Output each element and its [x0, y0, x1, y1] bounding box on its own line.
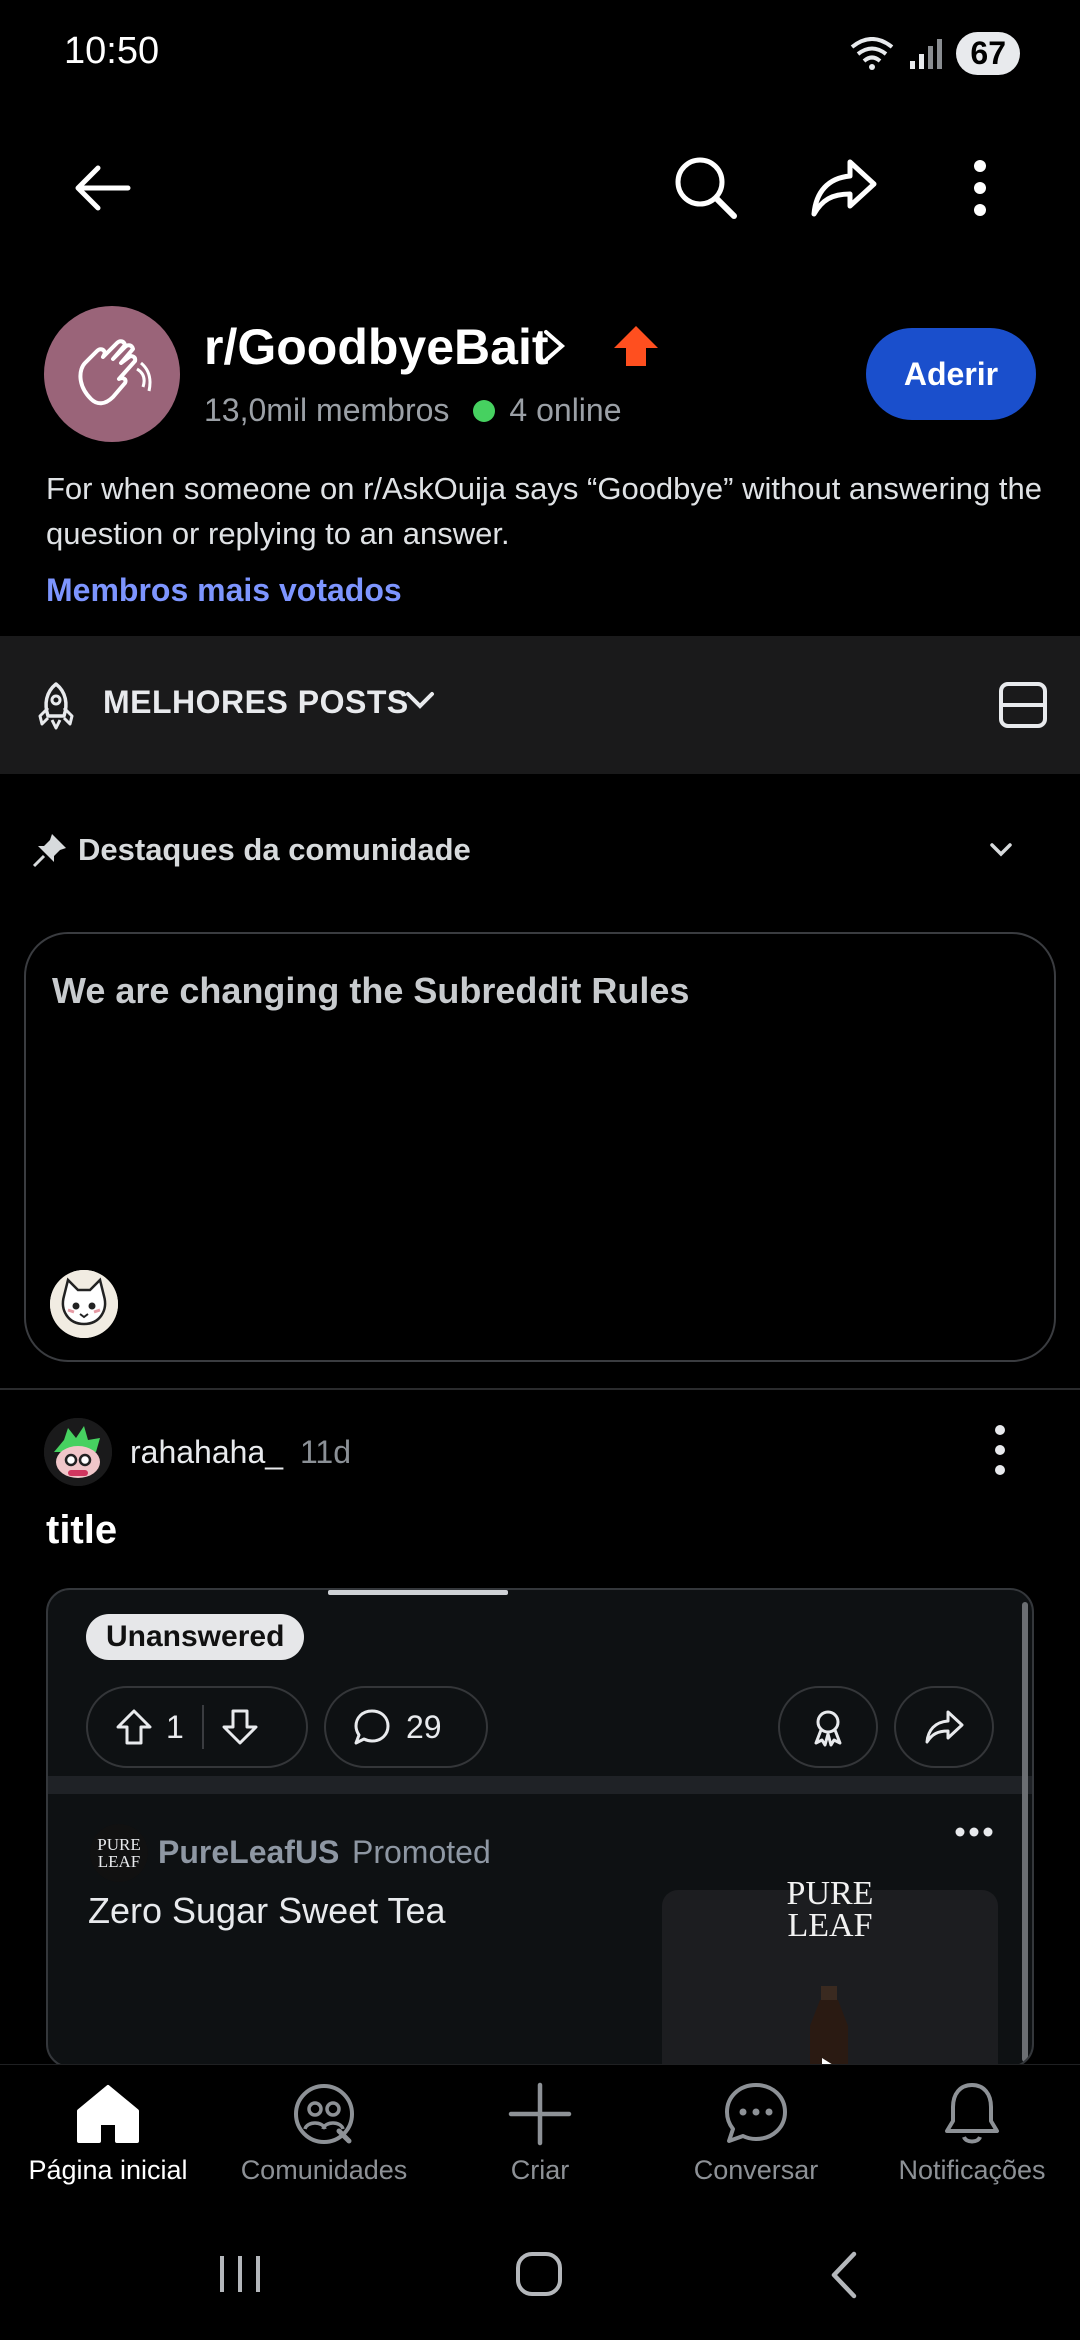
vote-count: 1: [166, 1708, 184, 1745]
promo-logo: PURE LEAF: [90, 1824, 148, 1882]
share-pill: [894, 1686, 994, 1768]
share-icon: [811, 159, 877, 217]
comment-pill: 29: [324, 1686, 488, 1768]
home-icon: [77, 2085, 139, 2143]
more-vertical-icon[interactable]: [990, 1424, 1010, 1476]
status-icons: 67: [850, 32, 1020, 75]
plus-icon: [508, 2082, 572, 2146]
signal-icon: [910, 38, 943, 69]
pin-icon: [32, 834, 66, 868]
rocket-icon[interactable]: [34, 680, 78, 730]
communities-icon: [294, 2084, 354, 2144]
promo-media-logo-line1: PURE: [786, 1875, 874, 1912]
promo-media: PURE LEAF: [662, 1877, 998, 2066]
highlight-author-avatar: [50, 1270, 118, 1338]
top-members-link[interactable]: Membros mais votados: [46, 572, 402, 609]
highlights-title: Destaques da comunidade: [78, 832, 471, 867]
arrow-left-icon: [75, 165, 131, 211]
snoo-avatar-icon: [44, 1418, 112, 1486]
nav-chat[interactable]: Conversar: [648, 2079, 864, 2186]
status-bar: 10:50 67: [0, 0, 1080, 110]
waving-hand-icon: [78, 339, 152, 406]
chevron-down-icon[interactable]: [404, 688, 436, 712]
online-dot-icon: [473, 399, 496, 422]
downvote-icon: [222, 1709, 258, 1745]
upvote-badge-icon: [614, 326, 658, 366]
nav-communities[interactable]: Comunidades: [216, 2079, 432, 2186]
community-name[interactable]: r/GoodbyeBait: [204, 318, 548, 376]
recent-apps-icon[interactable]: [216, 2252, 264, 2296]
flair-chip: Unanswered: [86, 1614, 305, 1660]
promo-tag: Promoted: [352, 1834, 491, 1870]
award-pill: [778, 1686, 878, 1768]
cat-avatar-icon: [50, 1270, 118, 1338]
more-options-button[interactable]: [932, 140, 1028, 236]
image-band: [48, 1776, 1032, 1794]
chat-icon: [725, 2083, 787, 2143]
comment-count: 29: [406, 1708, 442, 1745]
home-system-icon[interactable]: [514, 2250, 564, 2298]
top-toolbar: [0, 110, 1080, 280]
join-button[interactable]: Aderir: [866, 328, 1036, 420]
search-button[interactable]: [658, 140, 754, 236]
post-image[interactable]: Unanswered 1 29 PURE LEAF PureLeafUS Pro…: [46, 1588, 1034, 2068]
community-avatar[interactable]: [44, 306, 180, 442]
wifi-icon: [851, 36, 894, 70]
section-divider: [0, 1388, 1080, 1390]
post-author-avatar[interactable]: [44, 1418, 112, 1486]
nav-home-label: Página inicial: [28, 2155, 188, 2185]
nav-communities-label: Comunidades: [240, 2155, 408, 2185]
more-horizontal-icon: [955, 1827, 993, 1837]
share-button[interactable]: [796, 140, 892, 236]
member-stats: 13,0mil membros 4 online: [204, 392, 622, 429]
post-title[interactable]: title: [46, 1508, 117, 1553]
upvote-icon: [116, 1709, 152, 1745]
bottom-navigation: Página inicial Comunidades Criar Convers…: [0, 2064, 1080, 2204]
comment-icon: [354, 1709, 390, 1745]
promo-media-logo-line2: LEAF: [787, 1907, 873, 1944]
post-age: 11d: [300, 1434, 352, 1470]
battery-indicator: 67: [956, 32, 1020, 75]
back-button[interactable]: [54, 140, 150, 236]
promo-logo-line1: PURE: [97, 1835, 141, 1854]
nav-create-label: Criar: [510, 2155, 570, 2185]
chevron-right-icon[interactable]: [540, 326, 568, 366]
nav-home[interactable]: Página inicial: [0, 2079, 216, 2186]
nav-chat-label: Conversar: [693, 2155, 819, 2185]
bottle-icon: [810, 1986, 848, 2066]
promo-name: PureLeafUS: [158, 1834, 340, 1870]
vote-separator: [201, 1705, 204, 1749]
community-header: r/GoodbyeBait 13,0mil membros 4 online A…: [0, 280, 1080, 635]
image-scrollbar: [1022, 1602, 1028, 2062]
chevron-down-icon[interactable]: [988, 840, 1014, 860]
back-system-icon[interactable]: [826, 2250, 862, 2300]
award-icon: [814, 1710, 842, 1747]
more-vertical-icon: [974, 160, 986, 216]
promo-media-logo: PURE LEAF: [662, 1877, 998, 1944]
nav-notifications[interactable]: Notificações: [864, 2079, 1080, 2186]
member-count: 13,0mil membros: [204, 392, 450, 428]
highlight-card[interactable]: We are changing the Subreddit Rules: [24, 932, 1056, 1362]
post-author[interactable]: rahahaha_: [130, 1434, 283, 1471]
sort-bar: MELHORES POSTS: [0, 636, 1080, 774]
sort-dropdown[interactable]: MELHORES POSTS: [103, 684, 409, 721]
promo-title: Zero Sugar Sweet Tea: [88, 1890, 446, 1931]
highlight-card-title: We are changing the Subreddit Rules: [52, 970, 690, 1011]
online-count: 4 online: [509, 392, 622, 428]
share-icon: [925, 1710, 964, 1744]
status-time: 10:50: [64, 30, 160, 72]
nav-create[interactable]: Criar: [432, 2079, 648, 2186]
clipped-text-fragment: [328, 1590, 508, 1595]
search-icon: [675, 157, 737, 219]
view-layout-icon[interactable]: [998, 680, 1048, 730]
nav-notifications-label: Notificações: [898, 2155, 1046, 2185]
promo-logo-line2: LEAF: [97, 1852, 141, 1871]
community-description: For when someone on r/AskOuija says “Goo…: [46, 471, 1042, 551]
bell-icon: [945, 2083, 999, 2144]
highlights-header[interactable]: Destaques da comunidade: [32, 832, 471, 868]
system-navigation: [0, 2204, 1080, 2340]
vote-pill: 1: [86, 1686, 308, 1768]
